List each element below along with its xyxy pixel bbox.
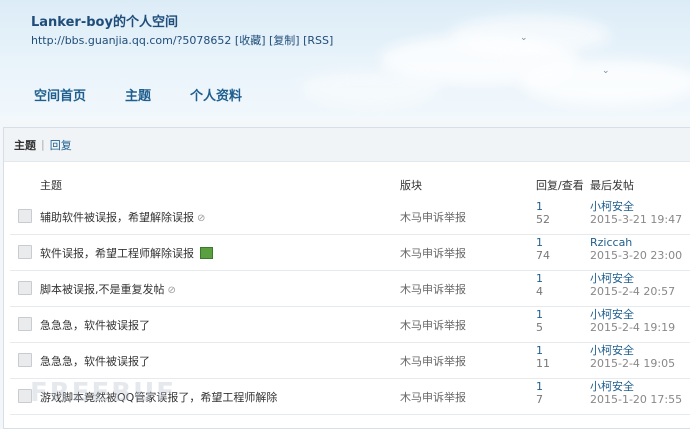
last-post-time: 2015-3-20 23:00: [590, 249, 683, 262]
table-row: 脚本被误报,不是重复发帖 ⊘ 木马申诉举报 1 4 小柯安全 2015-2-4 2…: [10, 271, 690, 307]
subtabs: 主题 | 回复: [4, 128, 690, 162]
space-url[interactable]: http://bbs.guanjia.qq.com/?5078652: [31, 34, 231, 47]
view-count: 11: [536, 357, 550, 370]
last-poster[interactable]: Rziccah: [590, 237, 632, 249]
cloud-decoration: [450, 15, 610, 55]
tab-replies[interactable]: 回复: [50, 137, 72, 153]
topic-board[interactable]: 木马申诉举报: [400, 317, 466, 333]
topic-icon: [18, 209, 32, 223]
view-count: 5: [536, 321, 543, 334]
col-board: 版块: [400, 179, 422, 192]
image-attachment-icon: [200, 247, 213, 259]
reply-count[interactable]: 1: [536, 273, 543, 285]
topic-board[interactable]: 木马申诉举报: [400, 209, 466, 225]
table-row: 急急急，软件被误报了 木马申诉举报 1 5 小柯安全 2015-2-4 19:1…: [10, 307, 690, 343]
reply-count[interactable]: 1: [536, 237, 543, 249]
cloud-decoration: [300, 70, 440, 105]
topic-icon: [18, 281, 32, 295]
last-poster[interactable]: 小柯安全: [590, 273, 634, 285]
topic-title[interactable]: 软件误报，希望工程师解除误报: [40, 245, 213, 261]
topic-title[interactable]: 脚本被误报,不是重复发帖 ⊘: [40, 281, 176, 297]
favorite-link[interactable]: [收藏]: [235, 34, 266, 47]
topic-icon: [18, 353, 32, 367]
last-post-time: 2015-3-21 19:47: [590, 213, 683, 226]
last-post-time: 2015-1-20 17:55: [590, 393, 683, 406]
nav-topics[interactable]: 主题: [125, 85, 151, 104]
bird-icon: ⌄: [602, 66, 610, 76]
last-poster[interactable]: 小柯安全: [590, 201, 634, 213]
topic-board[interactable]: 木马申诉举报: [400, 281, 466, 297]
space-nav: 空间首页 主题 个人资料: [34, 85, 281, 104]
topic-board[interactable]: 木马申诉举报: [400, 353, 466, 369]
reply-count[interactable]: 1: [536, 381, 543, 393]
space-title: Lanker-boy的个人空间: [31, 15, 178, 30]
last-post-time: 2015-2-4 19:19: [590, 321, 676, 334]
view-count: 4: [536, 285, 543, 298]
col-replies-views: 回复/查看: [536, 179, 584, 192]
col-topic: 主题: [40, 179, 62, 192]
topic-board[interactable]: 木马申诉举报: [400, 389, 466, 405]
topic-title[interactable]: 急急急，软件被误报了: [40, 353, 150, 369]
tab-topics[interactable]: 主题: [14, 137, 36, 153]
topic-icon: [18, 317, 32, 331]
reply-count[interactable]: 1: [536, 345, 543, 357]
bird-icon: ⌄: [520, 33, 528, 43]
table-row: 软件误报，希望工程师解除误报 木马申诉举报 1 74 Rziccah 2015-…: [10, 235, 690, 271]
nav-profile[interactable]: 个人资料: [190, 85, 242, 104]
col-last-post: 最后发帖: [590, 179, 634, 192]
topic-title[interactable]: 辅助软件被误报，希望解除误报 ⊘: [40, 209, 205, 225]
view-count: 7: [536, 393, 543, 406]
space-header: ⌄ ⌄ Lanker-boy的个人空间 http://bbs.guanjia.q…: [0, 0, 690, 120]
last-poster[interactable]: 小柯安全: [590, 309, 634, 321]
table-header: 主题 版块 回复/查看 最后发帖: [4, 177, 690, 197]
attachment-icon: ⊘: [197, 213, 206, 224]
watermark: FREEBUF: [30, 378, 176, 408]
tab-separator: |: [41, 138, 45, 151]
last-post-time: 2015-2-4 20:57: [590, 285, 676, 298]
last-poster[interactable]: 小柯安全: [590, 345, 634, 357]
reply-count[interactable]: 1: [536, 201, 543, 213]
view-count: 52: [536, 213, 550, 226]
copy-link[interactable]: [复制]: [269, 34, 300, 47]
reply-count[interactable]: 1: [536, 309, 543, 321]
table-row: 急急急，软件被误报了 木马申诉举报 1 11 小柯安全 2015-2-4 19:…: [10, 343, 690, 379]
table-row: 辅助软件被误报，希望解除误报 ⊘ 木马申诉举报 1 52 小柯安全 2015-3-…: [10, 199, 690, 235]
attachment-icon: ⊘: [167, 285, 176, 296]
rss-link[interactable]: [RSS]: [303, 34, 333, 47]
nav-space-home[interactable]: 空间首页: [34, 85, 86, 104]
topic-icon: [18, 245, 32, 259]
view-count: 74: [536, 249, 550, 262]
space-url-line: http://bbs.guanjia.qq.com/?5078652 [收藏] …: [31, 32, 333, 48]
topic-title[interactable]: 急急急，软件被误报了: [40, 317, 150, 333]
last-poster[interactable]: 小柯安全: [590, 381, 634, 393]
last-post-time: 2015-2-4 19:05: [590, 357, 676, 370]
topic-board[interactable]: 木马申诉举报: [400, 245, 466, 261]
